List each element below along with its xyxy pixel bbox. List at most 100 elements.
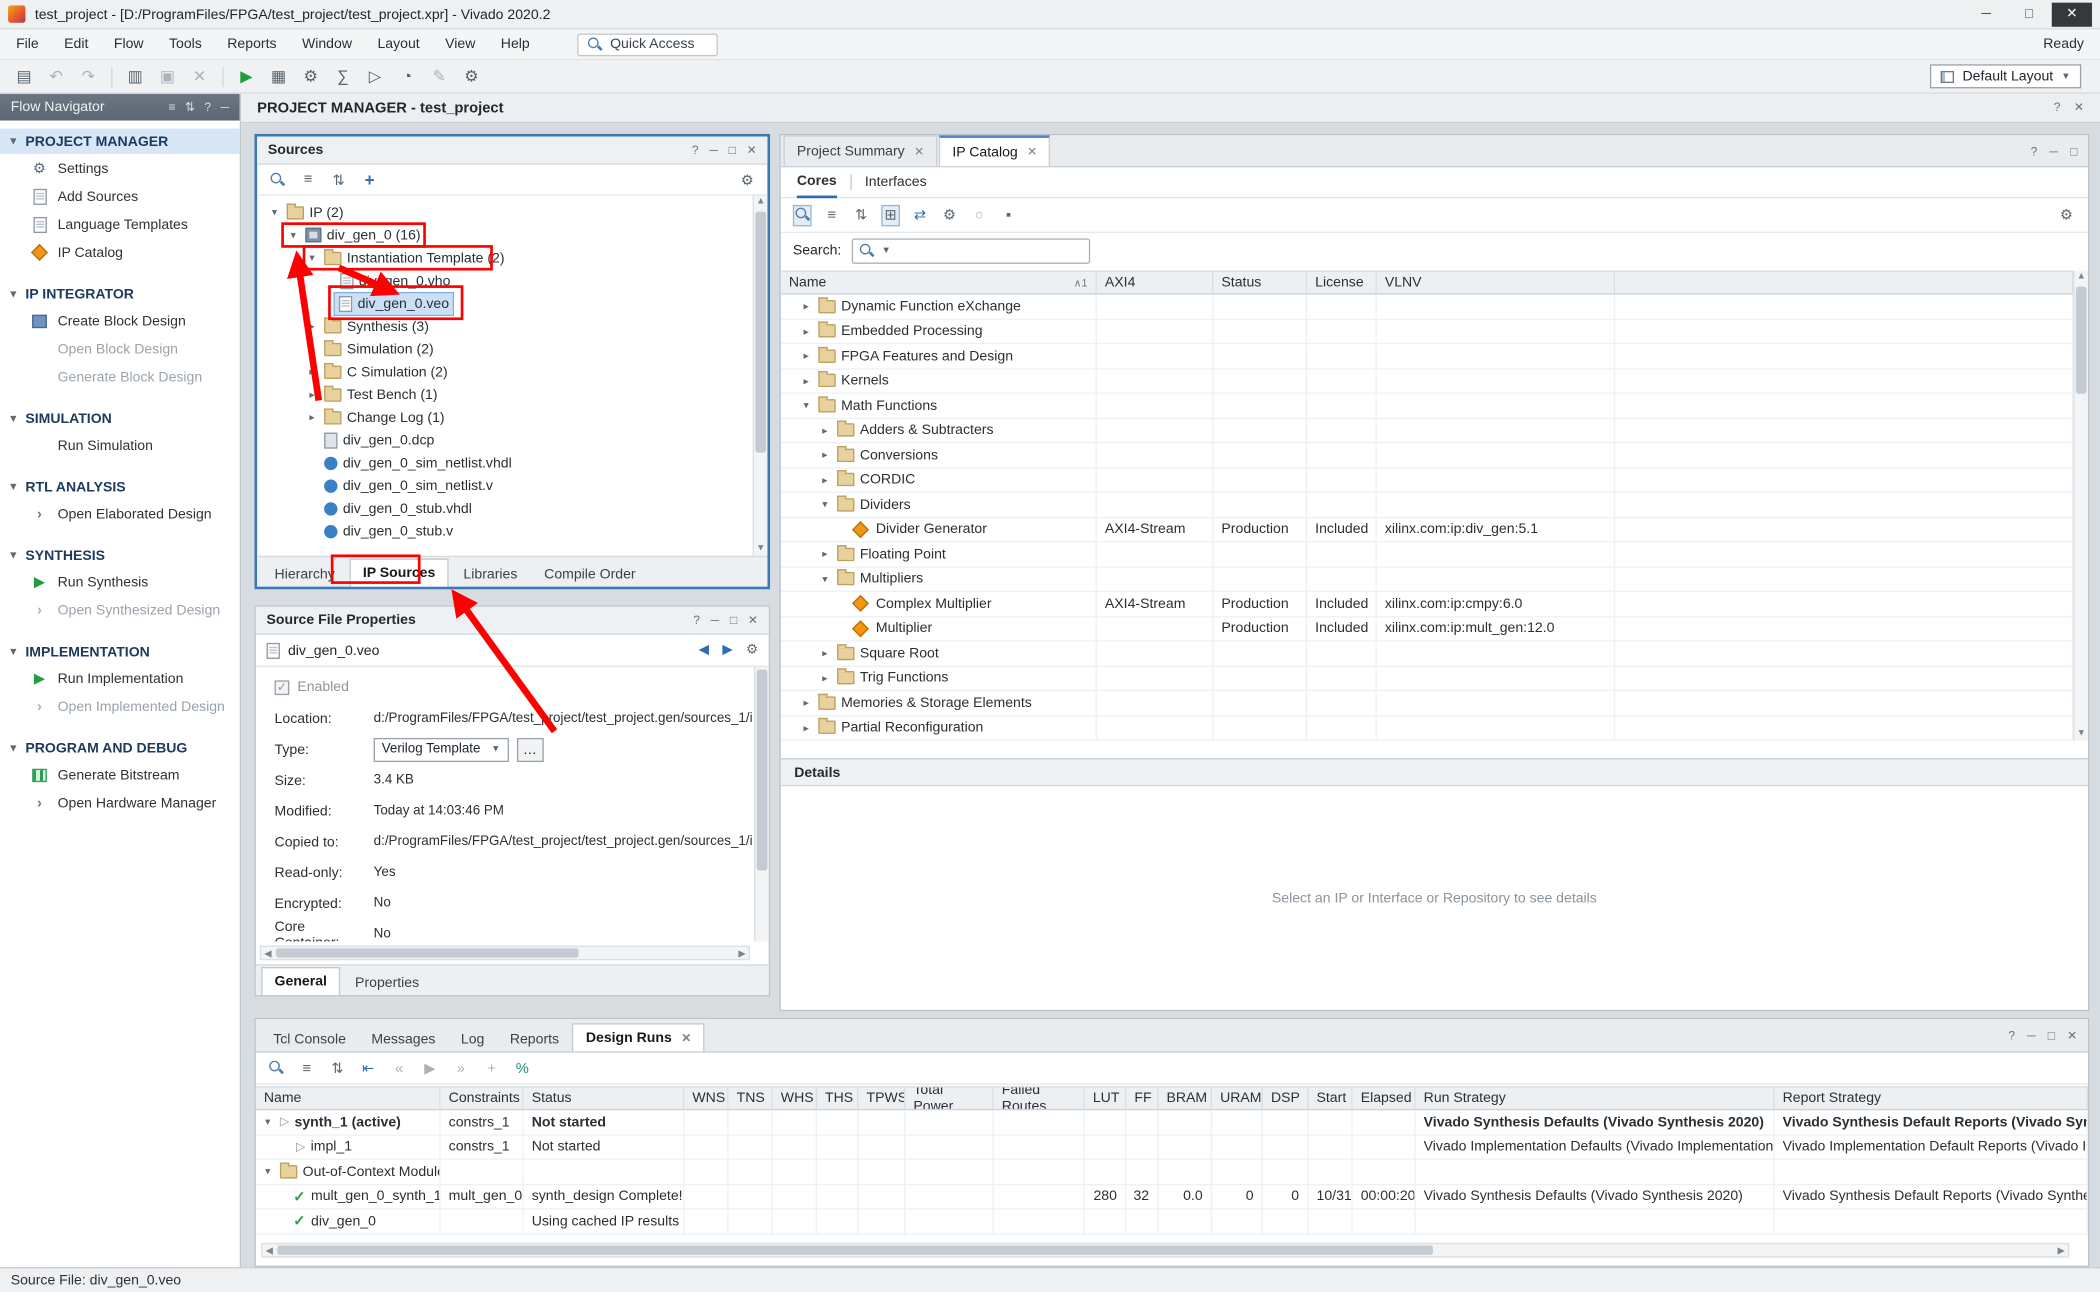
tree-item-change-log[interactable]: ▸Change Log (1) xyxy=(257,406,767,429)
minimize-icon[interactable]: ─ xyxy=(709,143,718,158)
nav-ip-catalog[interactable]: IP Catalog xyxy=(0,238,240,266)
nav-open-block-design[interactable]: Open Block Design xyxy=(0,335,240,363)
expander-icon[interactable]: ▸ xyxy=(818,474,831,486)
column-name[interactable]: Name xyxy=(256,1086,441,1110)
report-button[interactable]: ▥ xyxy=(122,63,149,90)
more-button[interactable]: … xyxy=(517,737,544,761)
details-view-icon[interactable]: ▪ xyxy=(999,204,1018,225)
step-back-icon[interactable]: « xyxy=(390,1057,409,1078)
search-icon[interactable] xyxy=(268,169,287,190)
column-report-strategy[interactable]: Report Strategy xyxy=(1775,1086,2088,1110)
catalog-row-dynamic-function-exchange[interactable]: ▸Dynamic Function eXchange xyxy=(781,295,2073,320)
catalog-row-multiplier[interactable]: MultiplierProductionIncludedxilinx.com:i… xyxy=(781,617,2073,642)
section-implementation[interactable]: ▼IMPLEMENTATION xyxy=(0,639,240,664)
tree-item-simulation[interactable]: ▸Simulation (2) xyxy=(257,338,767,361)
add-sources-icon[interactable]: + xyxy=(360,169,379,190)
column-whs[interactable]: WHS xyxy=(773,1086,817,1110)
expander-icon[interactable]: ▸ xyxy=(818,449,831,461)
catalog-row-adders-subtracters[interactable]: ▸Adders & Subtracters xyxy=(781,419,2073,444)
subtab-interfaces[interactable]: Interfaces xyxy=(865,167,927,198)
expand-all-icon[interactable]: ⇅ xyxy=(328,1057,347,1078)
run-group-out-of-context[interactable]: ▾Out-of-Context Module Runs xyxy=(256,1160,2088,1185)
vertical-scrollbar[interactable]: ▲ ▼ xyxy=(753,196,768,556)
expander-icon[interactable]: ▸ xyxy=(305,388,318,400)
expand-all-icon[interactable]: ⇅ xyxy=(852,204,871,225)
expander-icon[interactable]: ▸ xyxy=(305,320,318,332)
column-vlnv[interactable]: VLNV xyxy=(1377,271,1615,295)
menu-help[interactable]: Help xyxy=(501,36,530,52)
nav-run-simulation[interactable]: Run Simulation xyxy=(0,431,240,459)
column-bram[interactable]: BRAM xyxy=(1158,1086,1212,1110)
catalog-row-embedded-processing[interactable]: ▸Embedded Processing xyxy=(781,319,2073,344)
menu-file[interactable]: File xyxy=(16,36,39,52)
expander-icon[interactable]: ▸ xyxy=(305,343,318,355)
expander-icon[interactable]: ▸ xyxy=(800,350,813,362)
catalog-row-trig-functions[interactable]: ▸Trig Functions xyxy=(781,666,2073,691)
run-row-mult-gen-0-synth-1[interactable]: ✓mult_gen_0_synth_1 mult_gen_0 synth_des… xyxy=(256,1185,2088,1210)
layout-selector[interactable]: Default Layout ▼ xyxy=(1930,64,2081,88)
close-icon[interactable]: ✕ xyxy=(914,144,924,159)
vertical-scrollbar[interactable]: ▲ ▼ xyxy=(2073,271,2088,741)
expander-icon[interactable]: ▸ xyxy=(800,375,813,387)
nav-open-elaborated-design[interactable]: ›Open Elaborated Design xyxy=(0,500,240,528)
column-status[interactable]: Status xyxy=(524,1086,685,1110)
float-icon[interactable]: □ xyxy=(730,613,737,628)
close-icon[interactable]: ✕ xyxy=(2074,100,2084,115)
minimize-icon[interactable]: ─ xyxy=(220,100,229,115)
menu-icon[interactable]: ≡ xyxy=(168,100,175,115)
close-button[interactable]: ✕ xyxy=(2052,2,2092,26)
tree-item-test-bench[interactable]: ▸Test Bench (1) xyxy=(257,383,767,406)
tree-item-sim-netlist-v[interactable]: div_gen_0_sim_netlist.v xyxy=(257,474,767,497)
column-name[interactable]: Name∧1 xyxy=(781,271,1097,295)
save-button[interactable]: ▤ xyxy=(11,63,38,90)
tree-item-ip[interactable]: ▾IP (2) xyxy=(257,201,767,224)
run-row-div-gen-0[interactable]: ✓div_gen_0 Using cached IP results xyxy=(256,1209,2088,1234)
close-icon[interactable]: ✕ xyxy=(2067,1028,2077,1043)
scroll-down-icon[interactable]: ▼ xyxy=(754,542,767,555)
edit-button[interactable]: ✎ xyxy=(426,63,453,90)
catalog-row-divider-generator[interactable]: Divider GeneratorAXI4-StreamProductionIn… xyxy=(781,518,2073,543)
catalog-row-conversions[interactable]: ▸Conversions xyxy=(781,443,2073,468)
nav-open-implemented-design[interactable]: ›Open Implemented Design xyxy=(0,692,240,720)
nav-add-sources[interactable]: Add Sources xyxy=(0,182,240,210)
float-icon[interactable]: □ xyxy=(729,143,736,158)
tree-item-instantiation-template[interactable]: ▾Instantiation Template (2) xyxy=(257,246,767,269)
expander-icon[interactable]: ▸ xyxy=(305,366,318,378)
tab-ip-sources[interactable]: IP Sources xyxy=(349,558,448,586)
catalog-row-memories-storage[interactable]: ▸Memories & Storage Elements xyxy=(781,691,2073,716)
section-project-manager[interactable]: ▼PROJECT MANAGER xyxy=(0,129,240,154)
help-icon[interactable]: ? xyxy=(693,613,700,628)
scroll-right-icon[interactable]: ▶ xyxy=(735,947,748,959)
help-icon[interactable]: ? xyxy=(692,143,699,158)
section-synthesis[interactable]: ▼SYNTHESIS xyxy=(0,542,240,567)
close-icon[interactable]: ✕ xyxy=(681,1031,691,1046)
column-elapsed[interactable]: Elapsed xyxy=(1353,1086,1416,1110)
copy-button[interactable]: ▣ xyxy=(154,63,181,90)
column-constraints[interactable]: Constraints xyxy=(441,1086,524,1110)
help-icon[interactable]: ? xyxy=(2031,144,2038,157)
tab-log[interactable]: Log xyxy=(449,1026,497,1051)
tree-item-stub-v[interactable]: div_gen_0_stub.v xyxy=(257,520,767,543)
expand-all-icon[interactable]: ⇅ xyxy=(329,169,348,190)
run-row-synth-1[interactable]: ▾▷synth_1 (active) constrs_1 Not started… xyxy=(256,1110,2088,1135)
expander-icon[interactable]: ▾ xyxy=(287,229,300,241)
column-status[interactable]: Status xyxy=(1213,271,1307,295)
catalog-row-math-functions[interactable]: ▾Math Functions xyxy=(781,394,2073,419)
nav-settings[interactable]: ⚙Settings xyxy=(0,154,240,182)
enabled-checkbox[interactable]: ✓ xyxy=(275,680,290,695)
section-program-and-debug[interactable]: ▼PROGRAM AND DEBUG xyxy=(0,735,240,760)
add-run-icon[interactable]: + xyxy=(482,1057,501,1078)
catalog-row-kernels[interactable]: ▸Kernels xyxy=(781,369,2073,394)
menu-tools[interactable]: Tools xyxy=(169,36,202,52)
catalog-row-multipliers[interactable]: ▾Multipliers xyxy=(781,567,2073,592)
catalog-row-complex-multiplier[interactable]: Complex MultiplierAXI4-StreamProductionI… xyxy=(781,592,2073,617)
forward-icon[interactable]: ▶ xyxy=(722,643,732,658)
run-button[interactable]: ▶ xyxy=(233,63,260,90)
scroll-up-icon[interactable]: ▲ xyxy=(754,196,767,209)
float-icon[interactable]: □ xyxy=(2048,1028,2055,1043)
tree-item-div-gen-0-veo[interactable]: div_gen_0.veo xyxy=(257,292,767,315)
expander-icon[interactable]: ▸ xyxy=(818,424,831,436)
tools-button[interactable]: ⚙ xyxy=(458,63,485,90)
close-icon[interactable]: ✕ xyxy=(747,143,757,158)
nav-open-hardware-manager[interactable]: ›Open Hardware Manager xyxy=(0,789,240,817)
